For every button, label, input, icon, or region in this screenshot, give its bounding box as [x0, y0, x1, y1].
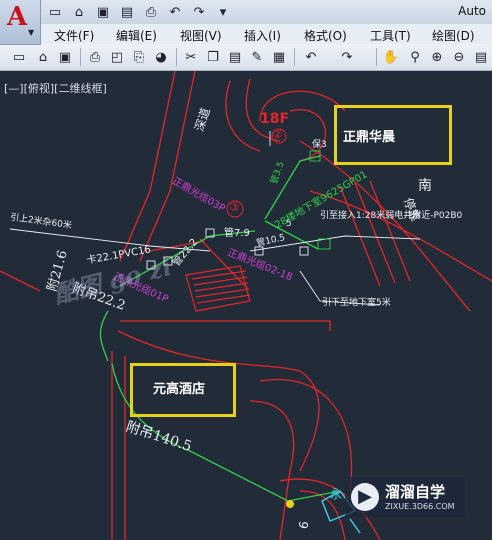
standard-toolbar: ▭ ⌂ ▣ ⎙ ◰ ⎘ ◕ ✂ ❐ ▤ ✎ ▦ ↶ ↷ ✋ ⚲ ⊕ ⊖ ▤	[0, 44, 492, 71]
copy-icon[interactable]: ❐	[204, 48, 222, 66]
menu-view[interactable]: 视图(V)	[180, 27, 222, 44]
print-icon[interactable]: ⎙	[86, 48, 104, 66]
3d-dwf-icon[interactable]: ◕	[152, 48, 170, 66]
application-menu-button[interactable]: A ▼	[0, 0, 41, 45]
match-properties-icon[interactable]: ✎	[248, 48, 266, 66]
toolbar-separator	[176, 48, 177, 66]
redo-icon[interactable]: ↷	[338, 48, 356, 66]
save-as-icon[interactable]: ▤	[118, 3, 136, 21]
label-box-zhengding: 正鼎华晨	[334, 105, 452, 165]
paste-icon[interactable]: ▤	[226, 48, 244, 66]
new-file-icon[interactable]: ▭	[10, 48, 28, 66]
redo-icon[interactable]: ↷	[190, 3, 208, 21]
toolbar-separator	[376, 48, 377, 66]
publish-icon[interactable]: ⎘	[130, 48, 148, 66]
pan-hand-icon[interactable]: ✋	[382, 48, 400, 66]
quick-access-toolbar: ▭ ⌂ ▣ ▤ ⎙ ↶ ↷ ▾	[46, 3, 232, 21]
block-editor-icon[interactable]: ▦	[270, 48, 288, 66]
properties-icon[interactable]: ▤	[472, 48, 490, 66]
toolbar-separator	[294, 48, 295, 66]
cyan-label: 永	[330, 487, 343, 501]
toolbar-separator	[80, 48, 81, 66]
guan-7-label: 管7.9	[224, 228, 250, 239]
undo-icon[interactable]: ↶	[302, 48, 320, 66]
undo-icon[interactable]: ↶	[166, 3, 184, 21]
floor-label: 18F	[260, 111, 290, 127]
menu-draw[interactable]: 绘图(D)	[432, 27, 475, 44]
menu-edit[interactable]: 编辑(E)	[116, 27, 157, 44]
zoom-realtime-icon[interactable]: ⚲	[406, 48, 424, 66]
new-file-icon[interactable]: ▭	[46, 3, 64, 21]
menu-bar: 文件(F) 编辑(E) 视图(V) 插入(I) 格式(O) 工具(T) 绘图(D…	[0, 24, 492, 45]
cut-icon[interactable]: ✂	[182, 48, 200, 66]
save-icon[interactable]: ▣	[56, 48, 74, 66]
brand-url: ZIXUE.3D66.COM	[385, 502, 455, 511]
zoom-previous-icon[interactable]: ⊖	[450, 48, 468, 66]
open-folder-icon[interactable]: ⌂	[70, 3, 88, 21]
nan-label: 南	[418, 178, 432, 194]
brand-logo-icon: ▶	[351, 483, 379, 511]
autocad-logo-icon: A	[7, 2, 28, 32]
open-folder-icon[interactable]: ⌂	[34, 48, 52, 66]
brand-overlay: ▶ 溜溜自学 ZIXUE.3D66.COM	[345, 477, 465, 517]
menu-insert[interactable]: 插入(I)	[244, 27, 281, 44]
customize-icon[interactable]: ▾	[214, 3, 232, 21]
save-icon[interactable]: ▣	[94, 3, 112, 21]
plot-preview-icon[interactable]: ◰	[108, 48, 126, 66]
chevron-down-icon: ▼	[28, 28, 35, 37]
menu-tools[interactable]: 工具(T)	[370, 27, 411, 44]
circle-two-label: ②	[272, 127, 283, 141]
brand-name: 溜溜自学	[385, 483, 446, 501]
label-hotel: 元高酒店	[153, 382, 206, 397]
zoom-window-icon[interactable]: ⊕	[428, 48, 446, 66]
print-icon[interactable]: ⎙	[142, 3, 160, 21]
circle-three-label: ③	[229, 200, 240, 214]
menu-file[interactable]: 文件(F)	[54, 27, 94, 44]
title-bar: ▭ ⌂ ▣ ▤ ⎙ ↶ ↷ ▾ Auto	[0, 0, 492, 25]
window-title: Auto	[458, 4, 486, 18]
viewport-controls[interactable]: [—][俯视][二维线框]	[4, 80, 107, 96]
drawing-canvas[interactable]: [—][俯视][二维线框] 正鼎华晨 元高酒店 18F ② ③ 深道 附吊140…	[0, 71, 492, 540]
menu-format[interactable]: 格式(O)	[304, 27, 347, 44]
label-box-hotel: 元高酒店	[130, 363, 236, 417]
bao-3-label: 保3	[312, 140, 327, 150]
white-line-label: 引至接入1:28米弱电井附近-P02B0	[320, 211, 463, 221]
yin-down-label: 引下至地下室5米	[322, 298, 391, 308]
label-zhengding: 正鼎华晨	[343, 130, 396, 145]
